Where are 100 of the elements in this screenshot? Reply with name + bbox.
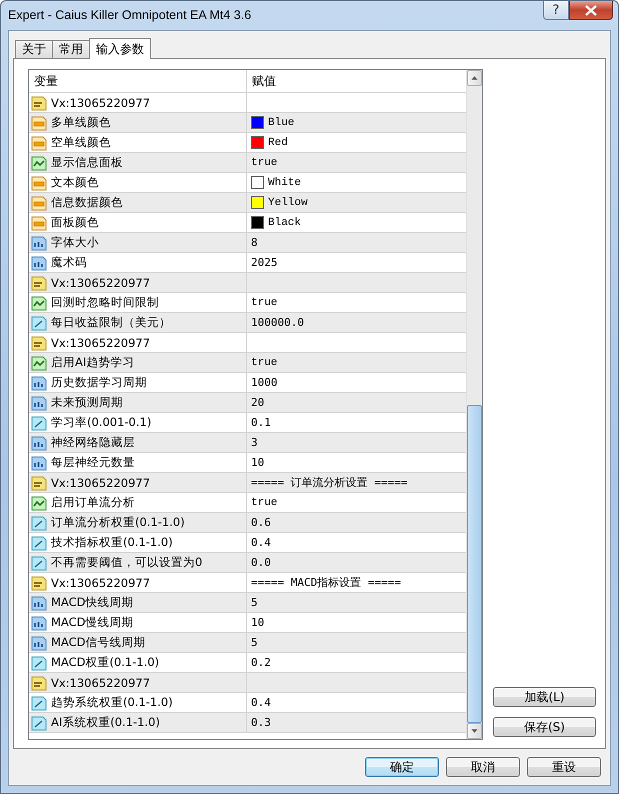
parameter-name: Vx:13065220977: [51, 96, 150, 110]
parameter-row[interactable]: 面板颜色 Black: [29, 213, 466, 233]
side-button[interactable]: 加载(L): [493, 687, 596, 707]
tab[interactable]: 输入参数: [89, 38, 151, 59]
parameter-row[interactable]: 订单流分析权重(0.1-1.0) 0.6: [29, 513, 466, 533]
parameter-name: Vx:13065220977: [51, 336, 150, 350]
tab[interactable]: 常用: [52, 40, 90, 58]
scroll-down-icon[interactable]: [467, 723, 482, 739]
parameter-row[interactable]: 趋势系统权重(0.1-1.0) 0.4: [29, 693, 466, 713]
parameter-row[interactable]: 学习率(0.001-0.1) 0.1: [29, 413, 466, 433]
parameter-name: MACD权重(0.1-1.0): [51, 655, 160, 670]
parameter-row[interactable]: 显示信息面板 true: [29, 153, 466, 173]
parameter-value: 1000: [251, 376, 278, 389]
parameter-row[interactable]: Vx:13065220977: [29, 333, 466, 353]
parameter-name: 启用AI趋势学习: [51, 355, 134, 370]
parameter-row[interactable]: 空单线颜色 Red: [29, 133, 466, 153]
parameter-name: AI系统权重(0.1-1.0): [51, 715, 160, 730]
parameter-name: 学习率(0.001-0.1): [51, 415, 152, 430]
parameter-name: 空单线颜色: [51, 135, 111, 150]
parameter-value: White: [268, 176, 302, 188]
side-button[interactable]: 保存(S): [493, 717, 596, 737]
parameter-value: true: [251, 356, 278, 368]
parameter-value: 100000.0: [251, 316, 304, 329]
parameter-value: 0.3: [251, 716, 271, 729]
dialog-button[interactable]: 重设: [527, 757, 601, 777]
document-icon: [31, 314, 47, 330]
column-header[interactable]: 赋值: [247, 70, 466, 92]
tab[interactable]: 关于: [15, 40, 53, 58]
parameter-value: ===== MACD指标设置 =====: [251, 575, 401, 590]
parameter-name: 面板颜色: [51, 215, 99, 230]
dialog-button[interactable]: 确定: [365, 757, 439, 777]
document-icon: [31, 374, 47, 390]
parameter-value: 8: [251, 236, 258, 249]
vertical-scrollbar[interactable]: [466, 70, 482, 739]
parameter-name: 信息数据颜色: [51, 195, 123, 210]
parameter-name: 显示信息面板: [51, 155, 123, 170]
parameter-row[interactable]: 启用订单流分析 true: [29, 493, 466, 513]
parameter-row[interactable]: MACD慢线周期 10: [29, 613, 466, 633]
parameter-value: 10: [251, 616, 264, 629]
parameter-row[interactable]: 回测时忽略时间限制 true: [29, 293, 466, 313]
parameter-row[interactable]: Vx:13065220977: [29, 673, 466, 693]
document-icon: [31, 214, 47, 230]
line-chart-icon: [31, 494, 47, 510]
document-icon: [31, 254, 47, 270]
parameter-row[interactable]: 每日收益限制（美元） 100000.0: [29, 313, 466, 333]
parameter-value: 20: [251, 396, 264, 409]
parameter-value: Red: [268, 136, 288, 148]
parameter-row[interactable]: Vx:13065220977 ===== 订单流分析设置 =====: [29, 473, 466, 493]
parameter-name: 神经网络隐藏层: [51, 435, 135, 450]
parameter-row[interactable]: 每层神经元数量 10: [29, 453, 466, 473]
parameter-name: Vx:13065220977: [51, 476, 150, 490]
parameter-row[interactable]: 未来预测周期 20: [29, 393, 466, 413]
parameter-name: 订单流分析权重(0.1-1.0): [51, 515, 185, 530]
parameter-row[interactable]: AI系统权重(0.1-1.0) 0.3: [29, 713, 466, 733]
parameter-value: 0.2: [251, 656, 271, 669]
parameter-row[interactable]: 技术指标权重(0.1-1.0) 0.4: [29, 533, 466, 553]
help-button[interactable]: ?: [543, 1, 569, 20]
column-header[interactable]: 变量: [29, 70, 247, 92]
parameter-name: 历史数据学习周期: [51, 375, 147, 390]
parameter-row[interactable]: 神经网络隐藏层 3: [29, 433, 466, 453]
parameter-row[interactable]: Vx:13065220977 ===== MACD指标设置 =====: [29, 573, 466, 593]
scroll-thumb[interactable]: [467, 405, 482, 723]
parameter-row[interactable]: 多单线颜色 Blue: [29, 113, 466, 133]
parameter-value: 3: [251, 436, 258, 449]
parameter-name: 回测时忽略时间限制: [51, 295, 159, 310]
parameter-row[interactable]: 信息数据颜色 Yellow: [29, 193, 466, 213]
line-chart-icon: [31, 154, 47, 170]
parameter-row[interactable]: 启用AI趋势学习 true: [29, 353, 466, 373]
parameter-name: MACD信号线周期: [51, 635, 146, 650]
parameter-row[interactable]: Vx:13065220977: [29, 93, 466, 113]
parameter-name: MACD快线周期: [51, 595, 134, 610]
parameter-row[interactable]: MACD信号线周期 5: [29, 633, 466, 653]
parameter-row[interactable]: 文本颜色 White: [29, 173, 466, 193]
parameter-row[interactable]: Vx:13065220977: [29, 273, 466, 293]
document-icon: [31, 114, 47, 130]
parameter-row[interactable]: MACD快线周期 5: [29, 593, 466, 613]
parameter-row[interactable]: 魔术码 2025: [29, 253, 466, 273]
line-chart-icon: [31, 294, 47, 310]
parameter-row[interactable]: MACD权重(0.1-1.0) 0.2: [29, 653, 466, 673]
parameter-name: 趋势系统权重(0.1-1.0): [51, 695, 173, 710]
parameter-value: 0.6: [251, 516, 271, 529]
parameter-row[interactable]: 不再需要阈值，可以设置为0 0.0: [29, 553, 466, 573]
document-icon: [31, 594, 47, 610]
parameter-value: 0.4: [251, 536, 271, 549]
parameter-value: ===== 订单流分析设置 =====: [251, 475, 408, 490]
dialog-button[interactable]: 取消: [446, 757, 520, 777]
parameter-name: MACD慢线周期: [51, 615, 134, 630]
document-icon: [31, 614, 47, 630]
parameter-name: Vx:13065220977: [51, 676, 150, 690]
parameter-name: 启用订单流分析: [51, 495, 135, 510]
document-icon: [31, 474, 47, 490]
document-icon: [31, 414, 47, 430]
parameter-value: Blue: [268, 116, 294, 128]
parameter-value: 10: [251, 456, 264, 469]
parameter-row[interactable]: 历史数据学习周期 1000: [29, 373, 466, 393]
scroll-up-icon[interactable]: [467, 70, 482, 86]
parameter-row[interactable]: 字体大小 8: [29, 233, 466, 253]
close-button[interactable]: [569, 1, 613, 20]
document-icon: [31, 634, 47, 650]
parameter-value: 2025: [251, 256, 278, 269]
